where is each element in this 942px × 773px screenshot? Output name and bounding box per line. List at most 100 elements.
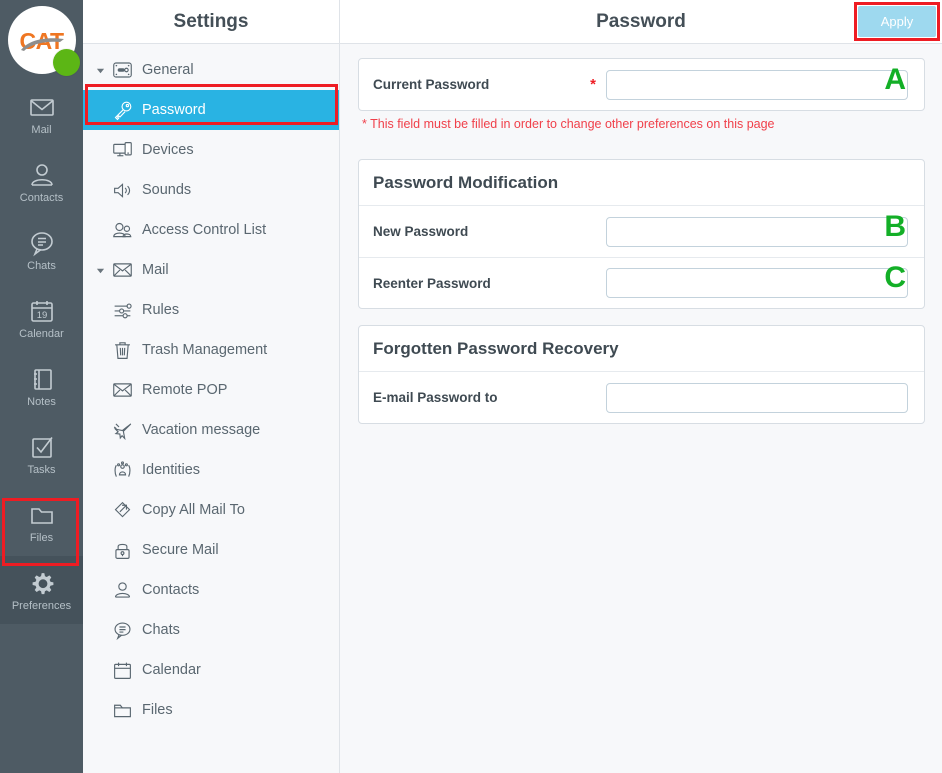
required-marker: * bbox=[590, 76, 596, 93]
logo-circle: CAT bbox=[7, 6, 80, 76]
current-password-card: Current Password * A bbox=[358, 58, 925, 111]
rail-item-chats[interactable]: Chats bbox=[0, 216, 83, 284]
notes-icon bbox=[27, 364, 57, 394]
email-password-to-input[interactable] bbox=[606, 382, 908, 413]
chat-bubble-icon bbox=[109, 619, 135, 641]
settings-form: Current Password * A * This field must b… bbox=[340, 44, 942, 424]
rail-item-files[interactable]: Files bbox=[0, 488, 83, 556]
new-password-label: New Password bbox=[373, 224, 469, 239]
apply-button[interactable]: Apply bbox=[858, 6, 936, 37]
tree-item-label: Password bbox=[142, 102, 206, 118]
tree-item-label: Files bbox=[142, 702, 173, 718]
tree-item-files[interactable]: Files bbox=[83, 690, 339, 730]
tree-item-label: Contacts bbox=[142, 582, 200, 598]
tree-item-label: Calendar bbox=[142, 662, 201, 678]
mail-icon bbox=[27, 92, 57, 122]
lock-icon bbox=[109, 539, 135, 561]
tree-item-secure-mail[interactable]: Secure Mail bbox=[83, 530, 339, 570]
tree-item-calendar[interactable]: Calendar bbox=[83, 650, 339, 690]
chevron-down-icon[interactable] bbox=[91, 266, 109, 275]
copy-arrows-icon bbox=[109, 499, 135, 521]
contacts-icon bbox=[27, 160, 57, 190]
svg-text:19: 19 bbox=[36, 310, 47, 321]
tree-item-label: Identities bbox=[142, 462, 201, 478]
airplane-icon bbox=[109, 419, 135, 441]
email-password-to-label: E-mail Password to bbox=[373, 390, 498, 405]
chevron-down-icon[interactable] bbox=[91, 66, 109, 75]
devices-icon bbox=[109, 139, 135, 161]
tree-item-mail-group[interactable]: Mail bbox=[83, 250, 339, 290]
rail-item-tasks[interactable]: Tasks bbox=[0, 420, 83, 488]
new-password-input[interactable] bbox=[606, 216, 908, 247]
page-header: Password Apply bbox=[340, 0, 942, 44]
tree-item-copy-all-mail-to[interactable]: Copy All Mail To bbox=[83, 490, 339, 530]
tree-item-label: Devices bbox=[142, 142, 194, 158]
tree-item-label: Remote POP bbox=[142, 382, 228, 398]
tree-item-label: Trash Management bbox=[142, 342, 268, 358]
rules-icon bbox=[109, 299, 135, 321]
tree-item-trash-management[interactable]: Trash Management bbox=[83, 330, 339, 370]
tree-item-sounds[interactable]: Sounds bbox=[83, 170, 339, 210]
current-password-label: Current Password bbox=[373, 77, 490, 92]
reenter-password-input[interactable] bbox=[606, 268, 908, 298]
files-icon bbox=[27, 500, 57, 530]
tasks-icon bbox=[27, 432, 57, 462]
password-modification-card: Password Modification New Password B Ree… bbox=[358, 159, 925, 309]
calendar-outline-icon bbox=[109, 659, 135, 681]
tree-item-access-control-list[interactable]: Access Control List bbox=[83, 210, 339, 250]
tree-item-rules[interactable]: Rules bbox=[83, 290, 339, 330]
gear-icon bbox=[27, 568, 57, 598]
chats-icon bbox=[27, 228, 57, 258]
page-title: Password bbox=[596, 10, 686, 32]
rail-item-preferences[interactable]: Preferences bbox=[0, 556, 83, 624]
envelope-icon bbox=[109, 379, 135, 401]
settings-title: Settings bbox=[173, 10, 249, 32]
new-password-input-wrap: B bbox=[606, 211, 908, 247]
trash-icon bbox=[109, 339, 135, 361]
tree-item-label: Chats bbox=[142, 622, 180, 638]
tree-item-identities[interactable]: Identities bbox=[83, 450, 339, 490]
status-dot bbox=[52, 49, 80, 76]
rail-item-contacts[interactable]: Contacts bbox=[0, 148, 83, 216]
tree-item-label: Access Control List bbox=[142, 222, 267, 238]
settings-tree: General Password Devices Sounds Access C… bbox=[83, 44, 339, 730]
rail-item-calendar[interactable]: 19 Calendar bbox=[0, 284, 83, 352]
forgotten-password-recovery-card: Forgotten Password Recovery E-mail Passw… bbox=[358, 325, 925, 424]
logo: CAT bbox=[0, 0, 83, 80]
tree-item-general[interactable]: General bbox=[83, 50, 339, 90]
tree-item-vacation-message[interactable]: Vacation message bbox=[83, 410, 339, 450]
tree-item-label: Copy All Mail To bbox=[142, 502, 245, 518]
reenter-password-row: Reenter Password C bbox=[359, 257, 924, 308]
mail-envelope-icon bbox=[109, 259, 135, 281]
rail-item-label: Notes bbox=[27, 396, 56, 408]
new-password-row: New Password B bbox=[359, 206, 924, 257]
reenter-password-label: Reenter Password bbox=[373, 275, 491, 291]
settings-panel-header: Settings bbox=[83, 0, 339, 44]
rail-item-label: Chats bbox=[27, 260, 56, 272]
rail-item-notes[interactable]: Notes bbox=[0, 352, 83, 420]
password-modification-title: Password Modification bbox=[359, 160, 924, 206]
rail-item-label: Preferences bbox=[11, 600, 72, 612]
rail-item-label: Mail bbox=[31, 124, 52, 136]
tree-item-chats[interactable]: Chats bbox=[83, 610, 339, 650]
folder-icon bbox=[109, 699, 135, 721]
email-password-to-row: E-mail Password to bbox=[359, 372, 924, 423]
logo-text: CAT bbox=[19, 27, 64, 54]
key-icon bbox=[109, 99, 135, 121]
rail-item-label: Files bbox=[29, 532, 54, 544]
tree-item-label: Secure Mail bbox=[142, 542, 219, 558]
tree-item-remote-pop[interactable]: Remote POP bbox=[83, 370, 339, 410]
main-content: Password Apply Current Password * A * Th… bbox=[340, 0, 942, 773]
current-password-input[interactable] bbox=[606, 69, 908, 100]
identities-icon bbox=[109, 459, 135, 481]
access-control-icon bbox=[109, 219, 135, 241]
tree-item-label: Mail bbox=[142, 262, 169, 278]
tree-item-devices[interactable]: Devices bbox=[83, 130, 339, 170]
reenter-password-input-wrap: C bbox=[606, 263, 908, 298]
rail-item-mail[interactable]: Mail bbox=[0, 80, 83, 148]
rail-item-label: Contacts bbox=[19, 192, 64, 204]
tree-item-contacts[interactable]: Contacts bbox=[83, 570, 339, 610]
forgotten-password-recovery-title: Forgotten Password Recovery bbox=[359, 326, 924, 372]
tree-item-password[interactable]: Password bbox=[83, 90, 339, 130]
current-password-row: Current Password * A bbox=[359, 59, 924, 110]
